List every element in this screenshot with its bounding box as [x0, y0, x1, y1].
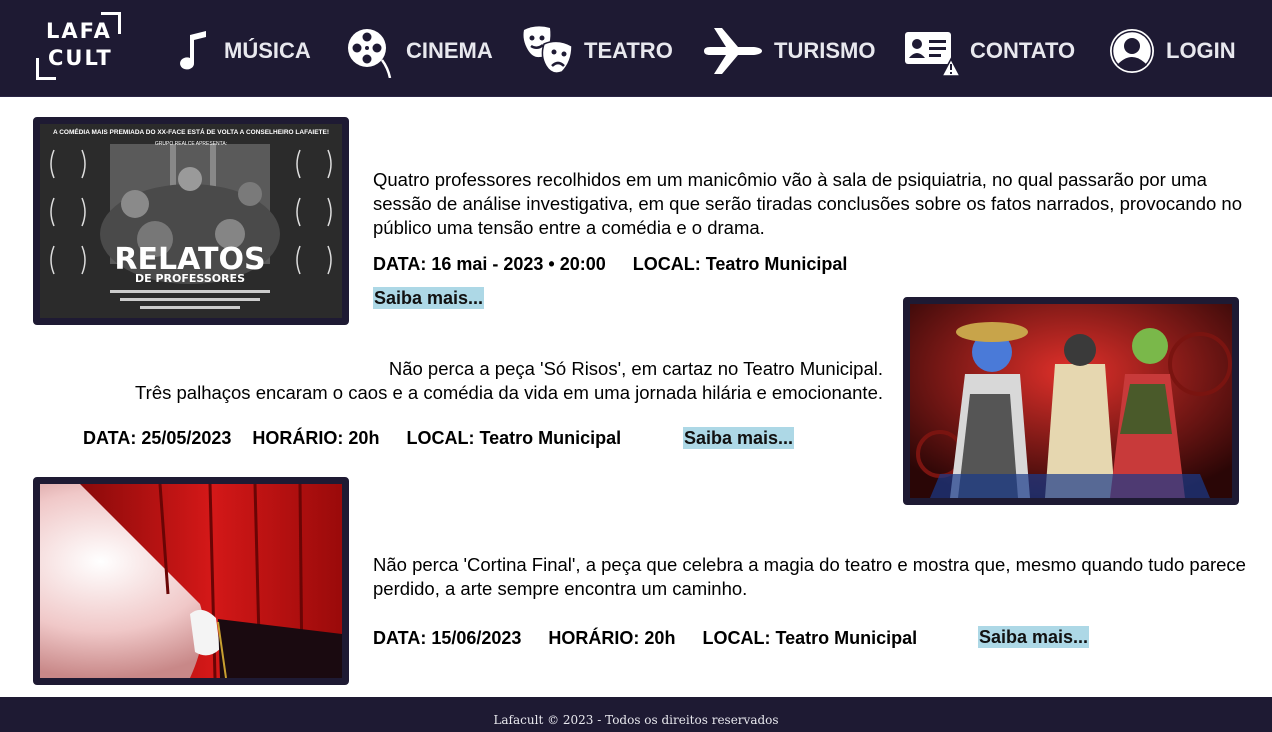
- nav-item-cinema[interactable]: CINEMA: [346, 24, 493, 78]
- event-date: DATA: 15/06/2023: [373, 628, 522, 648]
- event-poster-relatos: A COMÉDIA MAIS PREMIADA DO XX-FACE ESTÁ …: [33, 117, 349, 325]
- event-location: LOCAL: Teatro Municipal: [632, 254, 848, 274]
- poster-illustration: A COMÉDIA MAIS PREMIADA DO XX-FACE ESTÁ …: [40, 124, 342, 318]
- user-icon: [1110, 29, 1154, 73]
- event-photo-cortina-final: [33, 477, 349, 685]
- nav-label-turismo: TURISMO: [774, 38, 876, 63]
- saiba-mais-link[interactable]: Saiba mais...: [373, 287, 485, 309]
- event-date: DATA: 25/05/2023: [83, 428, 232, 448]
- site-footer: Lafacult © 2023 - Todos os direitos rese…: [0, 697, 1272, 732]
- event-location: LOCAL: Teatro Municipal: [406, 428, 622, 448]
- contact-card-icon: [905, 32, 960, 77]
- event-time: HORÁRIO: 20h: [252, 428, 380, 448]
- event-description-line1: Não perca a peça 'Só Risos', em cartaz n…: [388, 358, 883, 379]
- nav-item-login[interactable]: LOGIN: [1108, 24, 1236, 78]
- event-description: Não perca a peça 'Só Risos', em cartaz n…: [20, 357, 883, 405]
- event-photo-so-risos: [903, 297, 1239, 505]
- curtain-illustration: [40, 484, 342, 678]
- event-description: Não perca 'Cortina Final', a peça que ce…: [373, 554, 1246, 599]
- nav-item-teatro[interactable]: TEATRO: [522, 24, 673, 78]
- nav-item-turismo[interactable]: TURISMO: [702, 24, 875, 78]
- site-logo[interactable]: LAFA CULT: [34, 10, 124, 82]
- logo-text-line2: CULT: [48, 46, 113, 70]
- poster-headline: A COMÉDIA MAIS PREMIADA DO XX-FACE ESTÁ …: [53, 127, 329, 136]
- nav-label-login: LOGIN: [1166, 38, 1236, 63]
- theater-masks-icon: [523, 26, 573, 74]
- nav-label-musica: MÚSICA: [224, 38, 311, 63]
- nav-label-contato: CONTATO: [970, 38, 1076, 63]
- event-description: Quatro professores recolhidos em um mani…: [373, 169, 1242, 238]
- site-header: LAFA CULT MÚSICA CINEMA TEATRO TURISMO C…: [0, 0, 1272, 97]
- event-time: HORÁRIO: 20h: [548, 628, 676, 648]
- event-location: LOCAL: Teatro Municipal: [702, 628, 918, 648]
- event-info: DATA: 15/06/2023 HORÁRIO: 20h LOCAL: Tea…: [373, 628, 917, 649]
- saiba-mais-link[interactable]: Saiba mais...: [683, 427, 795, 449]
- nav-label-teatro: TEATRO: [584, 38, 673, 63]
- clowns-photo-illustration: [910, 304, 1232, 498]
- event-info: DATA: 25/05/2023 HORÁRIO: 20h LOCAL: Tea…: [83, 428, 621, 449]
- nav-item-contato[interactable]: CONTATO: [904, 24, 1075, 78]
- logo-text-line1: LAFA: [46, 19, 112, 43]
- music-note-icon: [180, 31, 206, 70]
- nav-item-musica[interactable]: MÚSICA: [176, 24, 311, 78]
- footer-copyright: Lafacult © 2023 - Todos os direitos rese…: [493, 713, 779, 727]
- poster-subtitle: DE PROFESSORES: [135, 272, 245, 285]
- airplane-icon: [704, 28, 762, 74]
- event-info: DATA: 16 mai - 2023 • 20:00 LOCAL: Teatr…: [373, 254, 847, 275]
- poster-presents: GRUPO REALCE APRESENTA:: [155, 141, 227, 147]
- nav-label-cinema: CINEMA: [406, 38, 493, 63]
- event-date: DATA: 16 mai - 2023 • 20:00: [373, 254, 606, 274]
- film-reel-icon: [348, 29, 392, 78]
- event-description-line2: Três palhaços encaram o caos e a comédia…: [135, 382, 883, 403]
- saiba-mais-link[interactable]: Saiba mais...: [978, 626, 1090, 648]
